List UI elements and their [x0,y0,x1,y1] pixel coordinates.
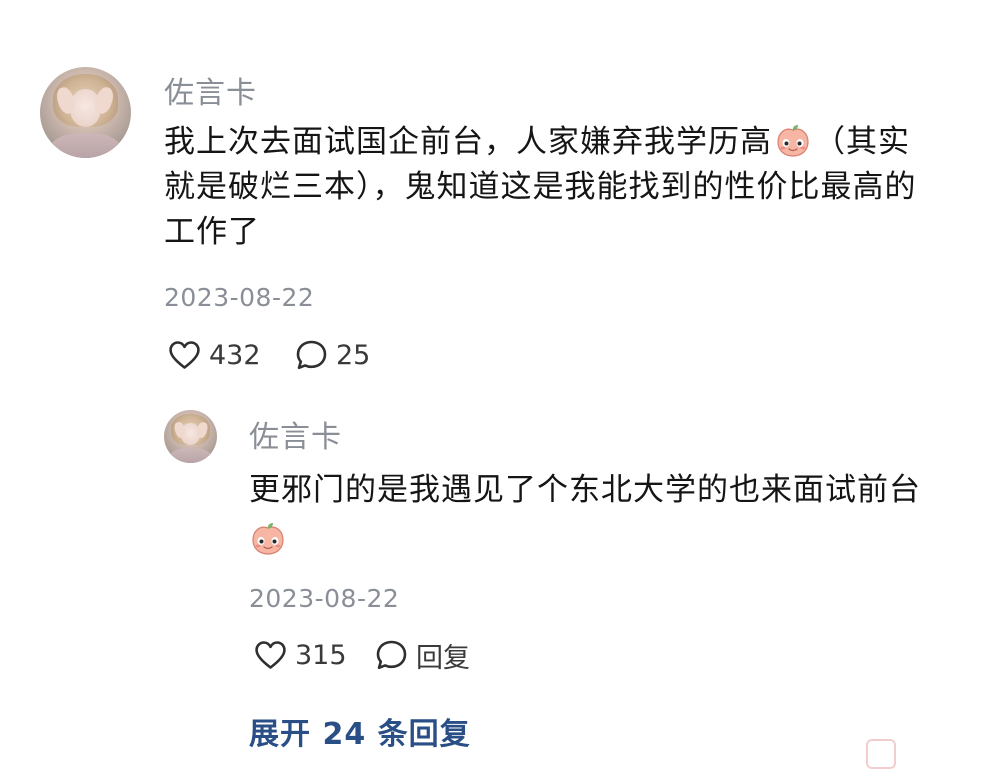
peach-face-emoji-icon [774,124,812,158]
watermark-logo [862,733,992,773]
commenter-avatar[interactable] [40,67,131,158]
commenter-username[interactable]: 佐言卡 [164,68,257,112]
reply-like-button[interactable]: 315 [254,639,347,671]
reply-username[interactable]: 佐言卡 [249,412,342,456]
comment-text-line2: 就是破烂三本），鬼知道这是我能找到的性价比最高的 [164,169,917,205]
comment-reply-count: 25 [336,339,371,371]
reply-reply-button[interactable]: 回复 [375,639,470,674]
reply-avatar[interactable] [164,410,217,463]
speech-bubble-outline-icon [296,340,327,370]
reply-reply-label: 回复 [416,642,470,674]
comment-reply-button[interactable]: 25 [295,339,370,371]
reply-like-count: 315 [295,639,347,671]
speech-bubble-outline-icon [376,640,407,670]
comment-text-line1: 我上次去面试国企前台，人家嫌弃我学历高 [164,124,772,160]
comment-like-button[interactable]: 432 [168,339,261,371]
comment-date: 2023-08-22 [164,283,315,312]
reply-text: 更邪门的是我遇见了个东北大学的也来面试前台 [249,465,969,565]
expand-replies-link[interactable]: 展开 24 条回复 [249,709,471,753]
peach-face-emoji-icon [249,521,287,555]
comment-text-line3: 工作了 [164,214,260,250]
comment-text-line1-tail: （其实 [814,124,910,160]
heart-outline-icon [255,641,286,669]
heart-outline-icon [169,341,200,369]
comment-like-count: 432 [209,339,261,371]
reply-text-line1: 更邪门的是我遇见了个东北大学的也来面试前台 [249,472,921,508]
reply-date: 2023-08-22 [249,584,400,613]
comment-text: 我上次去面试国企前台，人家嫌弃我学历高 （其实 就是破烂三本），鬼知道这是我能找… [164,120,984,255]
